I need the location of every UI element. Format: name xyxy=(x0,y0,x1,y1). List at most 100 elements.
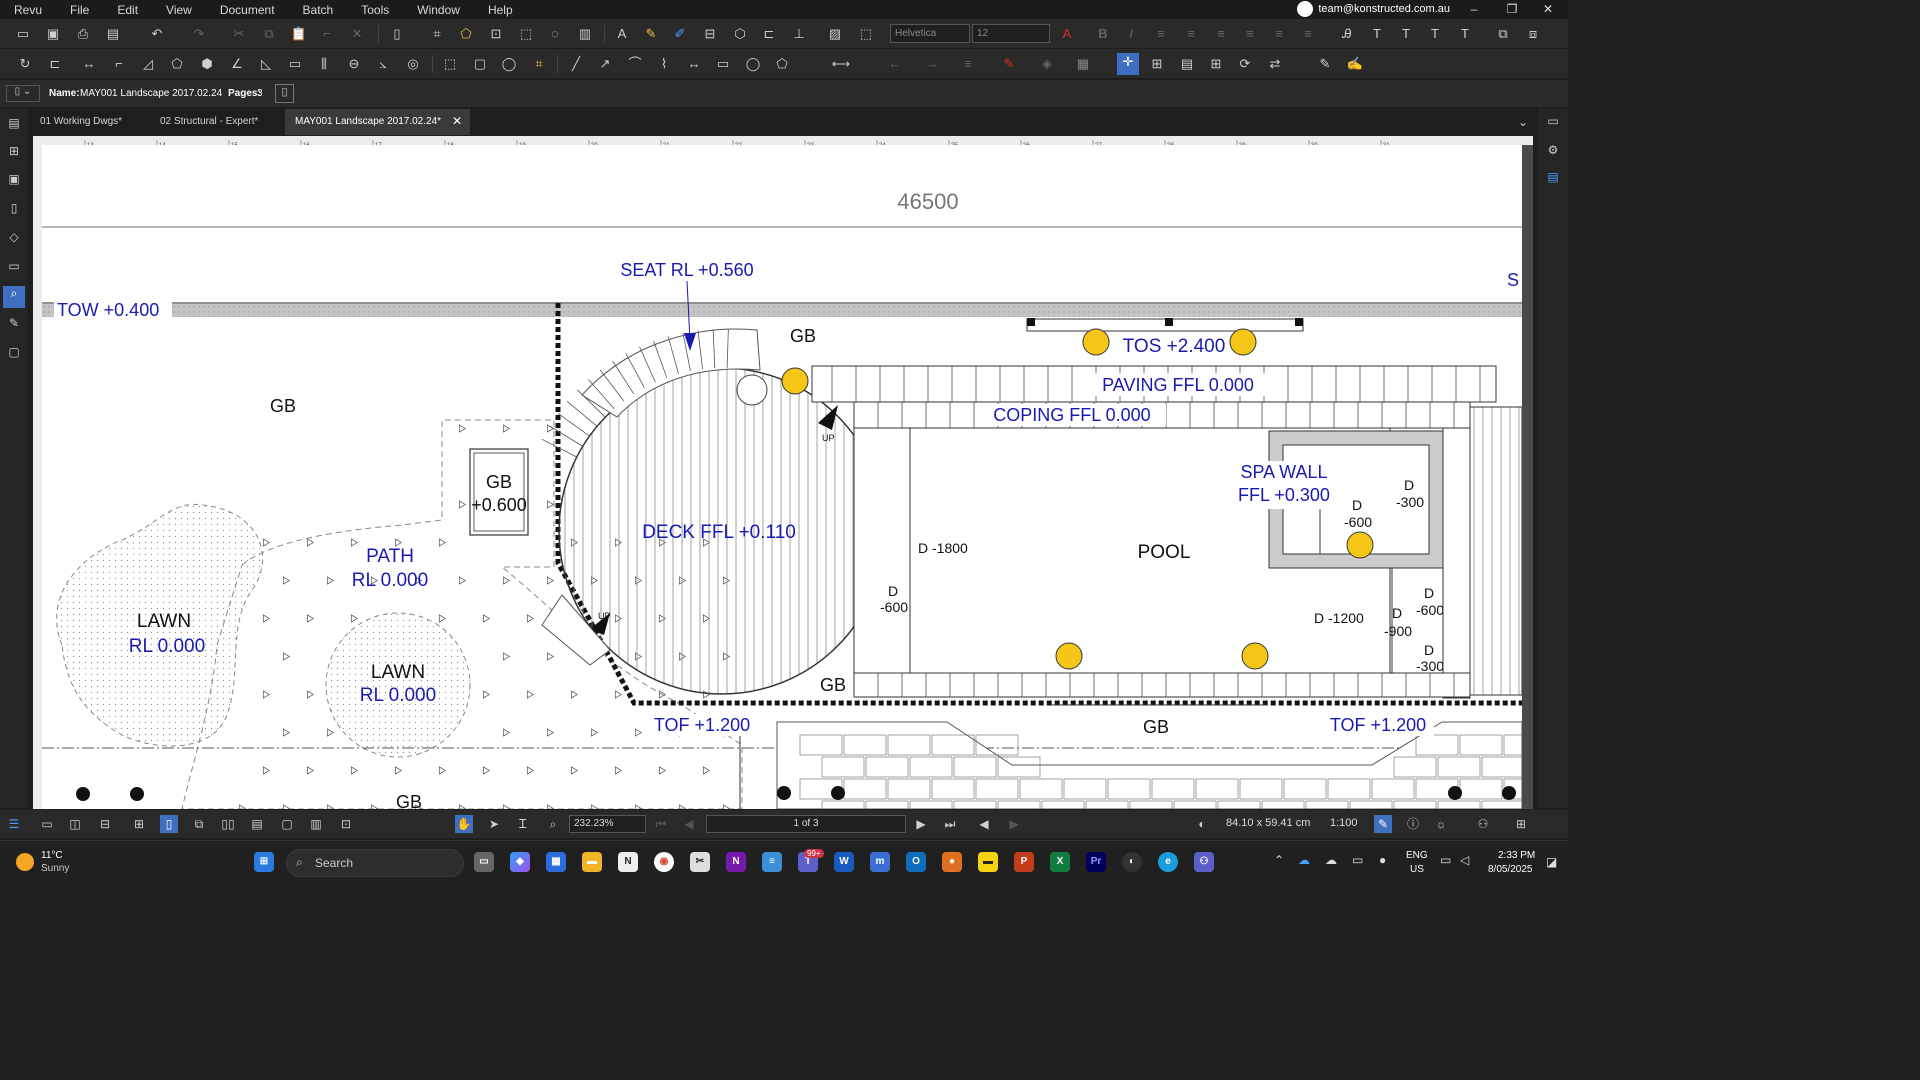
dimension-icon[interactable]: ⊏ xyxy=(46,55,64,73)
previous-view-icon[interactable]: ◀ xyxy=(975,815,993,833)
account-button[interactable]: team@konstructed.com.au xyxy=(1297,1,1450,17)
document-menu-icon[interactable]: ▯ ⌄ xyxy=(6,85,40,102)
reuse-icon[interactable]: ⟳ xyxy=(1236,55,1254,73)
callout-icon[interactable]: ⊏ xyxy=(760,25,778,43)
line-end-icon[interactable]: → xyxy=(917,55,947,73)
pan-hand-icon[interactable]: ✋ xyxy=(455,815,473,833)
tab-list-chevron-icon[interactable]: ⌄ xyxy=(1518,115,1528,129)
menu-document[interactable]: Document xyxy=(206,3,289,17)
crosshair-icon[interactable]: ✛ xyxy=(1117,53,1139,75)
bold-icon[interactable]: B xyxy=(1094,25,1112,43)
markup-pen-icon[interactable]: ✎ xyxy=(1374,815,1392,833)
highlighter-icon[interactable]: ✎ xyxy=(642,25,660,43)
snapshot-icon[interactable]: ⊡ xyxy=(487,25,505,43)
arc-icon[interactable]: ⌒ xyxy=(626,55,644,73)
menu-view[interactable]: View xyxy=(152,3,206,17)
comments-icon[interactable]: ▢ xyxy=(6,345,22,361)
line-style-icon[interactable]: ⟷ xyxy=(815,55,867,73)
drawing-canvas[interactable]: 13141516171819202122232425262728293031 xyxy=(33,136,1533,809)
grid-icon[interactable]: ⊞ xyxy=(1148,55,1166,73)
snap-to-content-icon[interactable]: ▤ xyxy=(1178,55,1196,73)
delete-icon[interactable]: ✕ xyxy=(348,25,366,43)
search-panel-icon[interactable]: ⌕ xyxy=(3,286,25,308)
italic-icon[interactable]: I xyxy=(1122,25,1140,43)
restore-button[interactable]: ❐ xyxy=(1494,0,1530,19)
stamp-tool-icon[interactable]: ⊥ xyxy=(790,25,808,43)
radius-icon[interactable]: ◺ xyxy=(257,55,275,73)
line-start-icon[interactable]: ← xyxy=(880,55,910,73)
split-vertical-icon[interactable]: ◫ xyxy=(66,815,84,833)
language-code[interactable]: ENG xyxy=(1406,850,1428,861)
save-as-icon[interactable]: ▤ xyxy=(104,25,122,43)
angle-icon[interactable]: ∠ xyxy=(228,55,246,73)
snap-to-markup-icon[interactable]: ⊞ xyxy=(1207,55,1225,73)
align-bottom-icon[interactable]: ≡ xyxy=(1299,25,1317,43)
teams-chat-icon[interactable]: ⚇ xyxy=(1194,852,1214,872)
microphone-icon[interactable]: ● xyxy=(1379,853,1386,867)
snipping-icon[interactable]: ✂ xyxy=(690,852,710,872)
menu-batch[interactable]: Batch xyxy=(289,3,348,17)
user-icon[interactable]: ⚇ xyxy=(1474,815,1492,833)
overlay-icon[interactable]: ⧈ xyxy=(1524,25,1542,43)
last-page-icon[interactable]: ⏭ xyxy=(941,815,959,833)
tab-landscape[interactable]: MAY001 Landscape 2017.02.24* ✕ xyxy=(285,109,470,135)
markup-icon[interactable]: ✎ xyxy=(6,316,22,332)
image-icon[interactable]: ▨ xyxy=(826,25,844,43)
volume-icon[interactable]: ◁ xyxy=(1460,853,1469,867)
font-size-select[interactable]: 12 xyxy=(972,24,1050,43)
spell-check-icon[interactable]: Ꭿ xyxy=(1338,25,1356,43)
signature-icon[interactable]: ✍ xyxy=(1346,55,1364,73)
line-color-icon[interactable]: ✎ xyxy=(1000,55,1018,73)
pen-icon[interactable]: ✐ xyxy=(671,25,689,43)
undo-icon[interactable]: ↶ xyxy=(148,25,166,43)
ellipse-cloud-icon[interactable]: ◯ xyxy=(500,55,518,73)
device-icon[interactable]: ▭ xyxy=(1352,853,1363,867)
redo-icon[interactable]: ↷ xyxy=(190,25,208,43)
settings-gear-icon[interactable]: ⚙ xyxy=(1544,143,1562,161)
bookmarks-icon[interactable]: ▯ xyxy=(6,201,22,217)
print-icon[interactable]: ⎙ xyxy=(74,25,92,43)
polygon-icon[interactable]: ⬡ xyxy=(731,25,749,43)
text-tool-icon[interactable]: T xyxy=(1368,25,1386,43)
onedrive-icon[interactable]: ☁ xyxy=(1298,853,1310,867)
polyline-icon[interactable]: ⌇ xyxy=(655,55,673,73)
angle-measure-icon[interactable]: ⦣ xyxy=(374,55,392,73)
menu-tools[interactable]: Tools xyxy=(347,3,403,17)
toolbox-icon[interactable]: ▤ xyxy=(1544,170,1562,188)
polygon-shape-icon[interactable]: ⬠ xyxy=(773,55,791,73)
volume-icon[interactable]: ⬢ xyxy=(198,55,216,73)
crop-icon[interactable]: ⌗ xyxy=(428,25,446,43)
align-left-icon[interactable]: ≡ xyxy=(1152,25,1170,43)
tab-working-dwgs[interactable]: 01 Working Dwgs* xyxy=(30,109,146,135)
calibrate-icon[interactable]: ◎ xyxy=(404,55,422,73)
single-page-view-icon[interactable]: ▯ xyxy=(160,815,178,833)
text-replace-icon[interactable]: T xyxy=(1456,25,1474,43)
fit-page-icon[interactable]: ▢ xyxy=(278,815,296,833)
align-middle-icon[interactable]: ≡ xyxy=(1270,25,1288,43)
next-view-icon[interactable]: ▶ xyxy=(1005,815,1023,833)
properties-icon[interactable]: ▣ xyxy=(6,172,22,188)
brightness-icon[interactable]: ☼ xyxy=(1432,815,1450,833)
next-page-icon[interactable]: ▶ xyxy=(912,815,930,833)
ellipse-icon[interactable]: ◯ xyxy=(744,55,762,73)
menu-help[interactable]: Help xyxy=(474,3,527,17)
select-area-icon[interactable]: ⬚ xyxy=(517,25,535,43)
copy-icon[interactable]: ⧉ xyxy=(260,25,278,43)
diameter-icon[interactable]: ⊖ xyxy=(345,55,363,73)
rotate-icon[interactable]: ↻ xyxy=(16,55,34,73)
align-top-icon[interactable]: ≡ xyxy=(1241,25,1259,43)
minimize-button[interactable]: – xyxy=(1456,0,1492,19)
zoom-icon[interactable]: ⌕ xyxy=(544,815,562,833)
rectangle-icon[interactable]: ▭ xyxy=(714,55,732,73)
first-page-icon[interactable]: ⏮ xyxy=(652,815,670,833)
tab-structural-expert[interactable]: 02 Structural - Expert* xyxy=(150,109,280,135)
tray-chevron-icon[interactable]: ⌃ xyxy=(1274,853,1284,867)
edge-icon[interactable]: e xyxy=(1158,852,1178,872)
contrast-icon[interactable]: ◐ xyxy=(1193,815,1211,833)
compare-icon[interactable]: ⧉ xyxy=(1494,25,1512,43)
perimeter-icon[interactable]: ⬠ xyxy=(168,55,186,73)
layers-icon[interactable]: ◇ xyxy=(6,230,22,246)
actual-size-icon[interactable]: ⊡ xyxy=(337,815,355,833)
line-width-icon[interactable]: ≡ xyxy=(955,55,981,73)
windows-start-icon[interactable]: ⊞ xyxy=(254,852,274,872)
